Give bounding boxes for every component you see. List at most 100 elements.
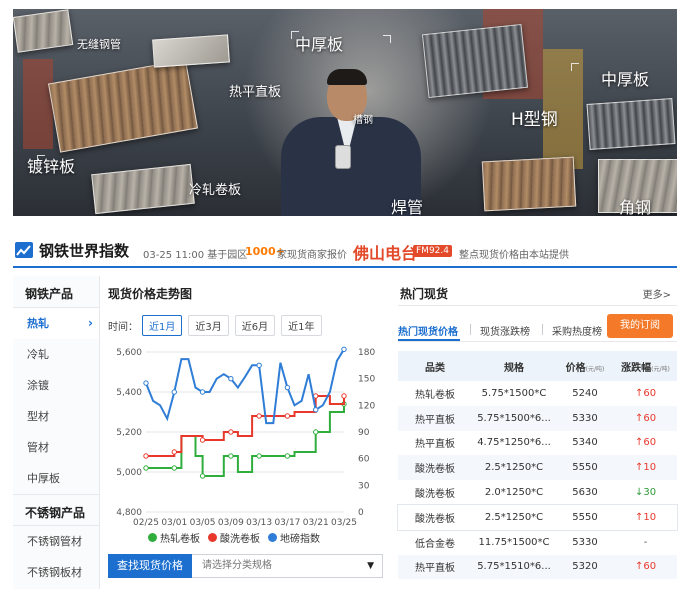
range-3-month-button[interactable]: 近3月 [188,314,229,336]
change-value: - [643,536,648,548]
radio-frequency-badge: FM92.4 [413,245,452,257]
cell-price: 5550 [556,455,614,481]
data-point [284,453,291,459]
banner-tag: 热平直板 [229,85,282,100]
sidebar-item-medium-plate[interactable]: 中厚板 [13,463,99,494]
tab-purchase-heat[interactable]: 采购热度榜 [552,323,602,338]
x-tick-label: 03/09 [218,518,244,528]
cell-spec: 5.75*1500*C [481,387,547,399]
data-point [228,453,234,459]
data-point [228,375,234,382]
sidebar-item-cold-rolled[interactable]: 冷轧 [13,339,99,370]
time-range-selector: 时间： 近1月 近3月 近6月 近1年 [108,314,328,336]
phone-icon [335,145,351,169]
sidebar-item-label: 涂镀 [27,379,49,392]
change-value: 60 [643,387,657,399]
stainless-products-heading: 不锈钢产品 [13,494,99,526]
cell-spec: 4.75*1250*6... [477,437,551,449]
cell-change: ↑60 [614,554,677,580]
change-value: 60 [643,437,657,449]
cell-price: 5630 [572,487,598,499]
cell-name: 热平直板 [398,405,472,431]
more-link[interactable]: 更多> [643,286,671,301]
cell-price: 5240 [572,387,598,399]
price-trend-chart: 4,800 5,000 5,200 5,400 5,600 0 30 60 90 120 150 18… [116,346,375,528]
cell-change: ↑60 [614,431,677,456]
series-line-0 [146,404,345,477]
sidebar-item-stainless-plate[interactable]: 不锈钢板材 [13,557,99,588]
table-row[interactable]: 酸洗卷板 2.0*1250*C 5630 ↓30 [398,480,677,505]
sidebar-item-stainless-pipe[interactable]: 不锈钢管材 [13,526,99,557]
sidebar-item-label: 中厚板 [27,472,60,485]
range-6-month-button[interactable]: 近6月 [234,314,276,336]
galvanized-sheet-image [91,163,195,215]
x-tick-label: 03/21 [303,518,329,528]
category-select[interactable]: 请选择分类规格 ▼ [192,554,383,578]
table-row[interactable]: 热轧卷板 5.75*1500*C 5240 ↑60 [398,381,677,406]
y-right-tick-label: 0 [358,508,364,518]
chart-legend: 热轧卷板 酸洗卷板 地磅指数 [148,530,328,545]
chevron-right-icon: › [88,316,93,330]
frame-corner [571,63,579,71]
banner-tag: 冷轧卷板 [189,183,242,198]
cell-change: ↑60 [614,381,677,406]
tab-hot-prices[interactable]: 热门现货价格 [398,323,458,338]
x-tick-label: 02/25 [133,518,159,528]
price-trend-section: 现货价格走势图 时间： 近1月 近3月 近6月 近1年 4,800 5,000 5,… [108,276,390,589]
cell-price: 5340 [572,437,598,449]
background-sign [23,59,53,149]
my-subscription-button[interactable]: 我的订阅 [607,314,673,338]
hot-spot-header: 热门现货 更多> [398,276,677,306]
data-point [171,389,177,395]
y-left-tick-label: 5,400 [116,388,142,398]
table-row[interactable]: 热平直板 5.75*1500*6... 5330 ↑60 [398,405,677,431]
y-left-tick-label: 5,600 [116,348,142,358]
table-row[interactable]: 低合金卷 11.75*1500*C 5330 - [398,530,677,555]
banner-tag: 无缝钢管 [77,38,121,51]
cell-price: 5330 [556,405,614,431]
table-row[interactable]: 热平直板 5.75*1510*6... 5320 ↑60 [398,554,677,580]
cell-name: 低合金卷 [415,538,455,550]
sidebar-item-section-steel[interactable]: 型材 [13,401,99,432]
price-trend-title: 现货价格走势图 [108,287,193,301]
banner-tag: 中厚板 [601,70,650,89]
y-right-tick-label: 150 [358,375,375,385]
data-point [256,453,262,459]
table-row[interactable]: 热平直板 4.75*1250*6... 5340 ↑60 [398,431,677,456]
radio-logo[interactable]: 佛山电台 [353,240,417,264]
price-search-bar: 查找现货价格 请选择分类规格 ▼ [108,554,383,578]
y-left-tick-label: 5,000 [116,468,142,478]
column-header-name: 品类 [398,351,472,381]
thick-plate-image [586,98,676,150]
x-tick-label: 03/17 [274,518,300,528]
table-row[interactable]: 酸洗卷板 2.5*1250*C 5550 ↑10 [398,455,677,481]
range-1-month-button[interactable]: 近1月 [142,314,183,336]
cell-spec: 2.5*1250*C [472,455,556,481]
y-left-tick-label: 5,200 [116,428,142,438]
change-value: 60 [643,412,657,424]
cell-change: - [614,530,677,555]
time-label: 时间： [108,321,138,333]
sidebar-item-label: 不锈钢管材 [27,535,82,548]
tab-price-movers[interactable]: 现货涨跌榜 [480,323,530,338]
find-price-button[interactable]: 查找现货价格 [108,554,192,578]
table-row[interactable]: 酸洗卷板 2.5*1250*C 5550 ↑10 [397,503,678,531]
hot-spot-title: 热门现货 [400,287,449,301]
data-point [284,384,291,391]
legend-item[interactable]: 地磅指数 [268,530,320,545]
sidebar-item-coated[interactable]: 涂镀 [13,370,99,401]
merchant-count-suffix: 家现货商家报价 [277,250,347,261]
data-point [199,473,206,479]
sidebar-item-label: 管材 [27,441,49,454]
legend-item[interactable]: 酸洗卷板 [208,530,260,545]
cell-spec: 5.75*1510*6... [472,554,556,580]
steel-sheet-image [152,34,230,68]
legend-item[interactable]: 热轧卷板 [148,530,200,545]
sidebar-item-label: 冷轧 [27,348,49,361]
cell-name: 热平直板 [415,439,455,451]
y-right-tick-label: 90 [358,428,370,438]
range-1-year-button[interactable]: 近1年 [281,314,322,336]
data-point [313,429,319,435]
sidebar-item-pipe[interactable]: 管材 [13,432,99,463]
sidebar-item-hot-rolled[interactable]: 热轧 › [13,308,99,339]
